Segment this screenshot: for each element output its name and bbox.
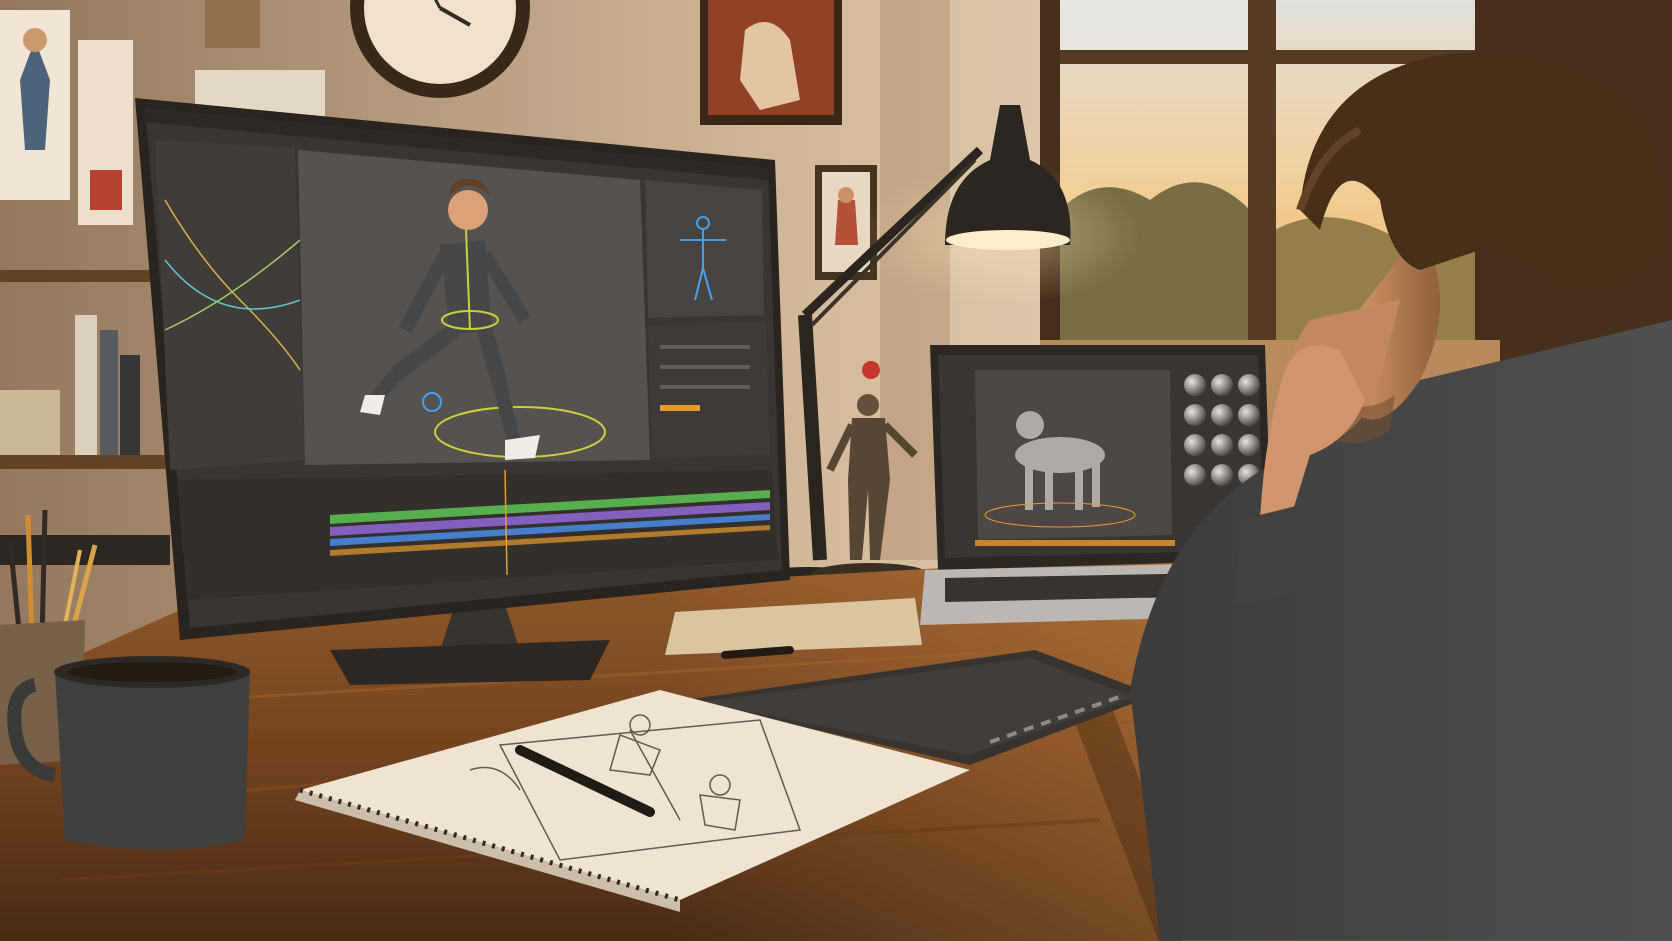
- scene-svg: [0, 0, 1672, 941]
- photo-scene: [0, 0, 1672, 941]
- warm-light-overlay: [0, 0, 1672, 941]
